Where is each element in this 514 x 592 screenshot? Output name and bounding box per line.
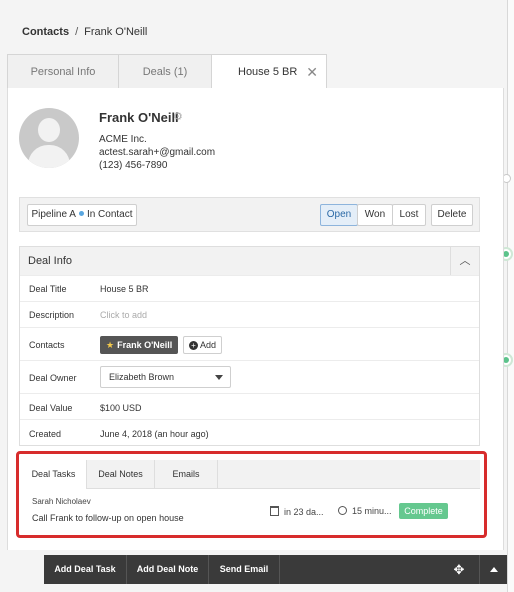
close-icon[interactable]: ✕: [306, 55, 318, 89]
deal-info-title: Deal Info: [28, 255, 73, 267]
created-value: June 4, 2018 (an hour ago): [100, 429, 209, 439]
status-open-button[interactable]: Open: [320, 204, 358, 226]
row-label: Description: [29, 310, 75, 320]
star-icon: ★: [106, 340, 115, 350]
bottom-toolbar: Add Deal Task Add Deal Note Send Email ✥: [44, 555, 507, 584]
tab-label: Deals (1): [142, 66, 188, 78]
deal-title-value[interactable]: House 5 BR: [100, 284, 149, 294]
chevron-down-icon: [215, 375, 223, 380]
gear-icon[interactable]: ⚙: [173, 110, 183, 123]
add-contact-label: Add: [200, 340, 217, 350]
description-field[interactable]: Click to add: [100, 310, 147, 320]
breadcrumb-current: Frank O'Neill: [84, 26, 148, 38]
breadcrumb-separator: /: [75, 26, 79, 38]
pipeline-name: Pipeline A: [31, 209, 76, 220]
row-label: Deal Title: [29, 284, 67, 294]
deal-value-value[interactable]: $100 USD: [100, 403, 142, 413]
tab-house-5-br[interactable]: House 5 BR ✕: [211, 54, 327, 89]
row-description: Description Click to add: [20, 301, 479, 328]
row-label: Created: [29, 429, 62, 439]
pipeline-bar: Pipeline A In Contact Open Won Lost Delet…: [19, 197, 480, 232]
tab-label: House 5 BR: [238, 66, 298, 78]
plus-icon: +: [189, 341, 198, 350]
row-label: Contacts: [29, 340, 65, 350]
deal-owner-select[interactable]: Elizabeth Brown: [100, 366, 231, 388]
deal-owner-value: Elizabeth Brown: [109, 372, 175, 382]
pipeline-stage: In Contact: [86, 209, 133, 220]
contact-company: ACME Inc.: [99, 134, 147, 145]
row-created: Created June 4, 2018 (an hour ago): [20, 419, 479, 446]
contact-phone[interactable]: (123) 456-7890: [99, 160, 167, 171]
row-label: Deal Owner: [29, 373, 77, 383]
status-won-button[interactable]: Won: [357, 204, 393, 226]
contact-tabs: Personal Info Deals (1) House 5 BR ✕: [7, 54, 502, 89]
move-icon[interactable]: ✥: [444, 555, 474, 584]
contact-email[interactable]: actest.sarah+@gmail.com: [99, 147, 215, 158]
row-deal-title: Deal Title House 5 BR: [20, 275, 479, 302]
stage-dot-icon: [78, 211, 84, 216]
row-label: Deal Value: [29, 403, 73, 413]
chevron-up-icon[interactable]: ︿: [450, 247, 479, 275]
deal-info-header: Deal Info ︿: [20, 247, 479, 276]
contact-chip[interactable]: ★ Frank O'Neill: [100, 336, 179, 354]
row-deal-value: Deal Value $100 USD: [20, 393, 479, 420]
delete-button[interactable]: Delete: [431, 204, 473, 226]
add-deal-note-button[interactable]: Add Deal Note: [127, 555, 209, 584]
tab-deals[interactable]: Deals (1): [118, 54, 212, 88]
status-lost-button[interactable]: Lost: [392, 204, 426, 226]
pipeline-stage-button[interactable]: Pipeline A In Contact: [27, 204, 137, 226]
avatar-head-shape: [38, 118, 60, 142]
avatar: [19, 108, 79, 168]
deal-info-card: Deal Info ︿ Deal Title House 5 BR Descri…: [19, 246, 480, 446]
annotation-highlight: [16, 451, 487, 538]
tab-personal-info[interactable]: Personal Info: [7, 54, 119, 88]
window-edge: [508, 0, 514, 592]
row-contacts: Contacts ★ Frank O'Neill + Add: [20, 327, 479, 361]
breadcrumb: Contacts / Frank O'Neill: [22, 26, 147, 38]
chevron-up-icon[interactable]: [479, 555, 507, 584]
tab-label: Personal Info: [30, 66, 96, 78]
send-email-button[interactable]: Send Email: [209, 555, 280, 584]
add-contact-button[interactable]: + Add: [183, 336, 223, 354]
contact-chip-label: Frank O'Neill: [117, 340, 173, 350]
avatar-body-shape: [28, 145, 70, 168]
contact-name: Frank O'Neill: [99, 110, 179, 125]
add-deal-task-button[interactable]: Add Deal Task: [44, 555, 127, 584]
breadcrumb-contacts[interactable]: Contacts: [22, 26, 69, 38]
row-deal-owner: Deal Owner Elizabeth Brown: [20, 360, 479, 394]
